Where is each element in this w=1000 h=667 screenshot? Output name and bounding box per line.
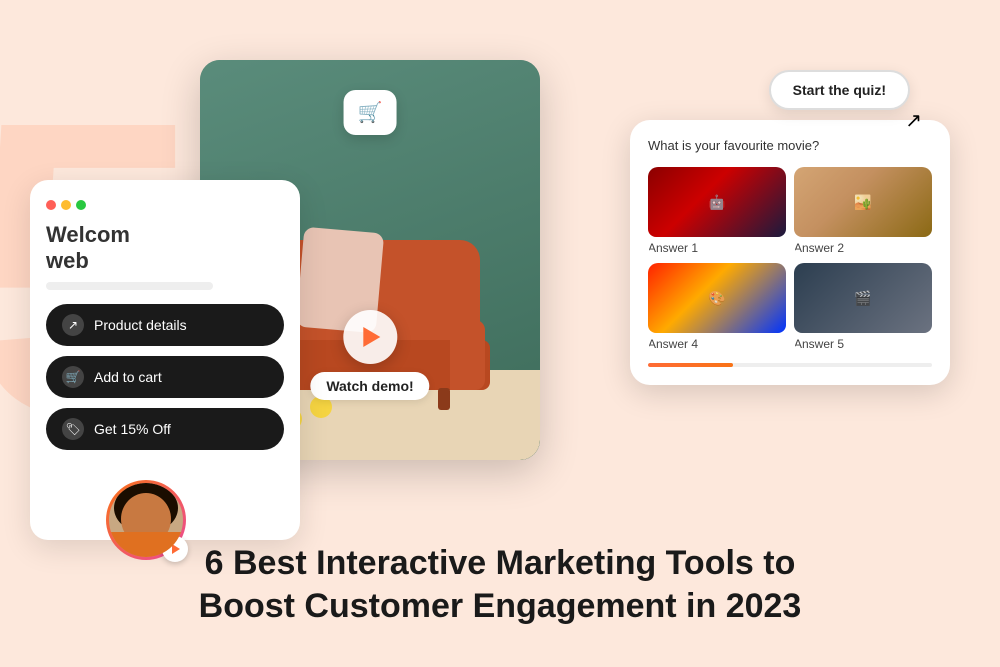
main-title: 6 Best Interactive Marketing Tools to Bo… [150, 542, 850, 627]
answer-4-label: Answer 4 [648, 337, 786, 351]
title-line-2: Boost Customer Engagement in 2023 [199, 587, 802, 625]
sofa-arm-right [450, 320, 485, 390]
cart-overlay-icon: 🛒 [344, 90, 397, 135]
quiz-progress-fill [648, 363, 733, 367]
avatar[interactable] [106, 480, 186, 560]
add-to-cart-label: Add to cart [94, 369, 162, 385]
dot-red [46, 200, 56, 210]
play-icon-large [364, 327, 381, 347]
dot-green [76, 200, 86, 210]
product-details-item[interactable]: ↗ Product details [46, 304, 284, 346]
answer-1-label: Answer 1 [648, 241, 786, 255]
watch-demo-play-button[interactable] [343, 310, 397, 364]
watch-demo-label: Watch demo! [310, 372, 429, 400]
answer-2-image: 🏜️ [794, 167, 932, 237]
title-line-1: 6 Best Interactive Marketing Tools to [205, 544, 796, 582]
start-quiz-button[interactable]: Start the quiz! [769, 70, 910, 110]
share-icon: ↗ [62, 314, 84, 336]
cursor-icon: ↗ [905, 108, 922, 133]
sofa-leg-right [438, 388, 450, 410]
cart-icon: 🛒 [62, 366, 84, 388]
quiz-answers-grid: 🤖 Answer 1 🏜️ Answer 2 🎨 Answer 4 [648, 167, 932, 351]
quiz-answer-1[interactable]: 🤖 Answer 1 [648, 167, 786, 255]
browser-url-bar [46, 282, 213, 290]
answer-4-image: 🎨 [648, 263, 786, 333]
answer-2-label: Answer 2 [794, 241, 932, 255]
add-to-cart-item[interactable]: 🛒 Add to cart [46, 356, 284, 398]
tag-icon: 🏷 [62, 418, 84, 440]
answer-5-label: Answer 5 [794, 337, 932, 351]
page-wrapper: 5 Start the quiz! ↗ Welcomweb ↗ Product … [0, 0, 1000, 667]
quiz-answer-4[interactable]: 🎨 Answer 4 [648, 263, 786, 351]
product-details-label: Product details [94, 317, 187, 333]
answer-5-image: 🎬 [794, 263, 932, 333]
browser-welcome-text: Welcomweb [46, 222, 284, 274]
quiz-answer-2[interactable]: 🏜️ Answer 2 [794, 167, 932, 255]
browser-dots [46, 200, 284, 210]
quiz-answer-5[interactable]: 🎬 Answer 5 [794, 263, 932, 351]
discount-item[interactable]: 🏷 Get 15% Off [46, 408, 284, 450]
left-product-card: Welcomweb ↗ Product details 🛒 Add to car… [30, 180, 300, 540]
watch-demo-container: Watch demo! [310, 310, 429, 400]
dot-yellow [61, 200, 71, 210]
answer-1-image: 🤖 [648, 167, 786, 237]
quiz-progress-bar-container [648, 363, 932, 367]
quiz-card: What is your favourite movie? 🤖 Answer 1… [630, 120, 950, 385]
quiz-question-text: What is your favourite movie? [648, 138, 932, 153]
discount-label: Get 15% Off [94, 421, 171, 437]
